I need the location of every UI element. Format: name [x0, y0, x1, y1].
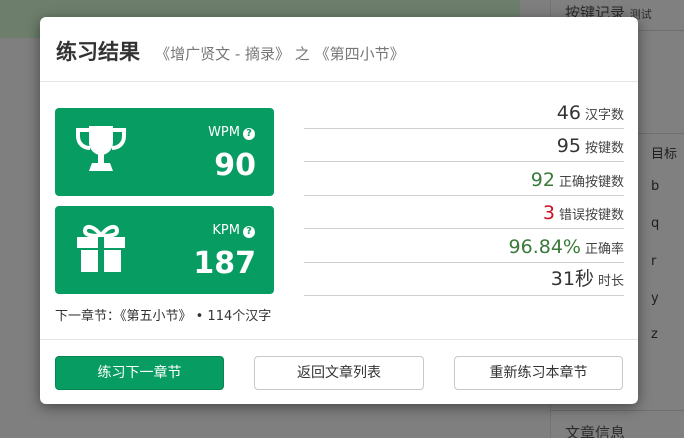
stat-char-count: 46 汉字数: [304, 95, 624, 129]
wpm-card: WPM? 90: [55, 108, 274, 196]
next-chapter-info: 下一章节：《第五小节》 • 114个汉字: [55, 309, 272, 324]
stat-unit: 错误按键数: [558, 208, 624, 223]
keylog-column-target: 目标: [651, 147, 678, 162]
article-info-heading: 文章信息: [565, 424, 626, 438]
stat-value: 3: [542, 202, 555, 224]
stat-correct-keystrokes: 92 正确按键数: [304, 162, 624, 196]
stat-unit: 正确率: [584, 241, 624, 257]
keylog-key: z: [651, 327, 658, 342]
keylog-key: q: [651, 216, 660, 231]
keylog-key: r: [651, 254, 657, 269]
stat-unit: 时长: [597, 274, 624, 289]
retry-chapter-button[interactable]: 重新练习本章节: [454, 356, 623, 390]
stat-unit: 按键数: [584, 141, 624, 156]
stat-keystroke-count: 95 按键数: [304, 129, 624, 162]
kpm-value: 187: [193, 246, 256, 281]
trophy-icon: [76, 126, 126, 171]
stat-value: 31秒: [550, 268, 594, 290]
kpm-card: KPM? 187: [55, 206, 274, 294]
kpm-label: KPM?: [212, 223, 255, 238]
wpm-label: WPM?: [208, 125, 255, 140]
stat-value: 95: [556, 135, 581, 157]
dialog-header: 练习结果 《增广贤文 - 摘录》 之 《第四小节》: [40, 17, 638, 82]
kpm-help-icon[interactable]: ?: [243, 226, 255, 238]
stat-unit: 正确按键数: [558, 174, 624, 190]
wpm-value: 90: [214, 148, 256, 183]
stats-list: 46 汉字数 95 按键数 92 正确按键数 3 错误按键数 96.84% 正确率 31秒…: [304, 95, 624, 296]
dialog-subtitle: 《增广贤文 - 摘录》 之 《第四小节》: [155, 45, 405, 63]
gift-icon: [77, 224, 125, 272]
panel-divider: [550, 410, 684, 411]
wpm-help-icon[interactable]: ?: [243, 128, 255, 140]
stat-duration: 31秒 时长: [304, 263, 624, 296]
practice-result-dialog: 练习结果 《增广贤文 - 摘录》 之 《第四小节》 WPM? 90 KPM? 1…: [40, 17, 638, 404]
stat-value: 46: [556, 101, 581, 124]
stat-value: 96.84%: [508, 235, 581, 258]
keylog-key: y: [651, 291, 659, 306]
back-to-list-button[interactable]: 返回文章列表: [254, 356, 424, 390]
stat-unit: 汉字数: [584, 107, 624, 123]
stat-value: 92: [530, 168, 555, 191]
stat-wrong-keystrokes: 3 错误按键数: [304, 196, 624, 229]
next-chapter-button[interactable]: 练习下一章节: [55, 356, 224, 390]
dialog-footer: 练习下一章节 返回文章列表 重新练习本章节: [40, 339, 638, 404]
dialog-title: 练习结果: [56, 40, 140, 64]
stat-accuracy: 96.84% 正确率: [304, 229, 624, 263]
keylog-key: b: [651, 179, 660, 194]
